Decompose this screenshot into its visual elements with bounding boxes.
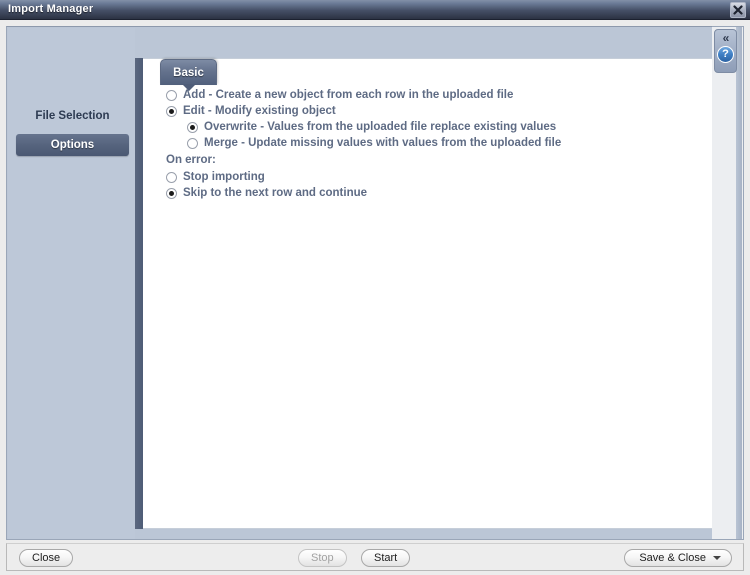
collapse-panel-button[interactable]: « ? xyxy=(714,29,737,73)
on-error-label: On error: xyxy=(166,154,216,166)
radio-merge[interactable]: Merge - Update missing values with value… xyxy=(187,135,561,151)
radio-add[interactable]: Add - Create a new object from each row … xyxy=(166,87,561,103)
radio-overwrite[interactable]: Overwrite - Values from the uploaded fil… xyxy=(187,119,561,135)
chevron-double-left-icon: « xyxy=(722,31,730,45)
radio-icon-selected xyxy=(166,105,177,117)
content-spine xyxy=(135,58,143,529)
content-area: Add - Create a new object from each row … xyxy=(135,58,715,529)
start-button[interactable]: Start xyxy=(361,549,411,567)
stop-button-label: Stop xyxy=(311,552,334,564)
save-button-label: Save & Close xyxy=(639,552,706,564)
radio-icon-selected xyxy=(166,187,177,199)
tab-basic[interactable]: Basic xyxy=(160,59,217,85)
rail-strip xyxy=(736,27,742,539)
save-and-close-button[interactable]: Save & Close xyxy=(624,549,732,567)
on-error-group: On error: Stop importing Skip to the nex… xyxy=(166,154,367,201)
radio-label: Skip to the next row and continue xyxy=(183,186,368,199)
radio-label: Add - Create a new object from each row … xyxy=(183,88,514,101)
sidebar-item-label: Options xyxy=(50,139,95,151)
tab-pointer-icon xyxy=(182,84,196,91)
right-rail: « ? xyxy=(712,26,744,540)
window-title: Import Manager xyxy=(8,3,94,15)
tab-label: Basic xyxy=(173,66,204,79)
import-manager-window: Import Manager File Selection Options Ba… xyxy=(0,0,750,575)
sidebar-item-options[interactable]: Options xyxy=(16,134,129,156)
sidebar-item-label: File Selection xyxy=(35,110,110,122)
close-button[interactable]: Close xyxy=(19,549,74,567)
footer-toolbar: Close Stop Start Save & Close xyxy=(6,543,744,571)
close-button-label: Close xyxy=(32,552,61,564)
options-panel: Add - Create a new object from each row … xyxy=(143,58,715,529)
import-mode-group: Add - Create a new object from each row … xyxy=(166,87,561,151)
sidebar-item-file-selection[interactable]: File Selection xyxy=(16,105,129,127)
close-icon[interactable] xyxy=(730,2,746,18)
radio-label: Overwrite - Values from the uploaded fil… xyxy=(204,120,557,133)
radio-label: Edit - Modify existing object xyxy=(183,104,336,117)
radio-stop-importing[interactable]: Stop importing xyxy=(166,169,367,185)
radio-label: Merge - Update missing values with value… xyxy=(204,136,562,149)
chevron-down-icon[interactable] xyxy=(713,556,721,560)
dialog-body: File Selection Options Basic Add - Creat… xyxy=(6,26,744,540)
stop-button: Stop xyxy=(298,549,347,567)
title-bar: Import Manager xyxy=(0,0,750,20)
radio-label: Stop importing xyxy=(183,170,265,183)
radio-edit[interactable]: Edit - Modify existing object xyxy=(166,103,561,119)
radio-icon xyxy=(166,171,177,183)
radio-icon xyxy=(187,137,198,149)
sidebar: File Selection Options xyxy=(8,28,135,539)
help-icon[interactable]: ? xyxy=(717,46,734,63)
start-button-label: Start xyxy=(374,552,398,564)
radio-icon-selected xyxy=(187,121,198,133)
radio-skip-row[interactable]: Skip to the next row and continue xyxy=(166,185,367,201)
radio-icon xyxy=(166,89,177,101)
